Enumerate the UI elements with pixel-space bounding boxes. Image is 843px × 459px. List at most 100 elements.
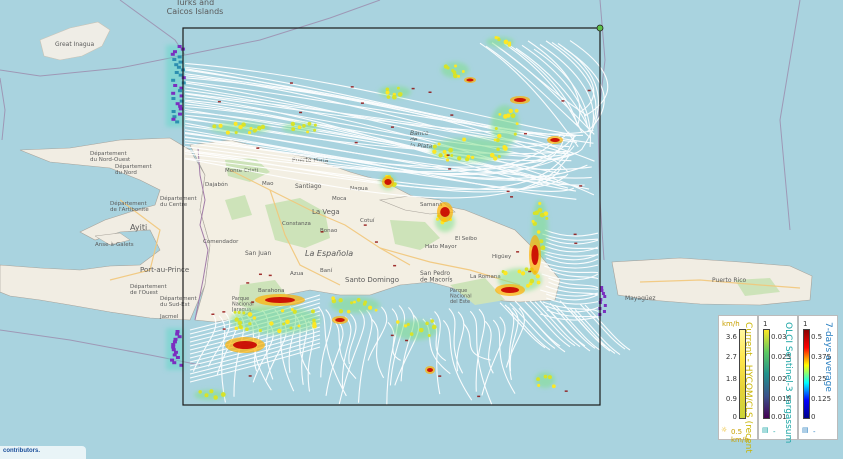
sargassum-pixel [508, 41, 512, 45]
sargassum-pixel [247, 312, 253, 317]
sargassum-pixel [178, 112, 183, 116]
sargassum-pixel [508, 108, 513, 114]
sargassum-pixel [172, 353, 177, 357]
layer-icon[interactable]: ▤ [802, 426, 809, 434]
sargassum-pixel [539, 239, 544, 244]
sargassum-pixel [245, 327, 249, 332]
area-corner-handle[interactable] [596, 24, 604, 32]
label-moca: Moca [332, 196, 347, 202]
sargassum-pixel [171, 97, 176, 100]
sargassum-pixel [462, 137, 467, 142]
sargassum-pixel [269, 321, 274, 326]
sargassum-pixel [171, 110, 176, 113]
sargassum-pixel [289, 326, 293, 330]
label-la-romana: La Romana [470, 274, 501, 280]
sargassum-pixel [397, 92, 403, 97]
sargassum-pixel [171, 343, 176, 346]
sargassum-pixel [524, 267, 529, 272]
label-anse-a-galets: Anse-à-Galets [95, 241, 134, 248]
sargassum-patch [330, 297, 380, 313]
sargassum-pixel [260, 124, 266, 130]
sargassum-pixel [172, 50, 177, 54]
sargassum-pixel [177, 55, 182, 59]
sargassum-average-pixel [251, 301, 255, 303]
sargassum-average-pixel [561, 100, 565, 102]
sargassum-pixel [171, 91, 176, 95]
layer-icon[interactable]: ▤ [762, 426, 769, 434]
legend-current-tick: 3.6 [725, 333, 737, 341]
sargassum-pixel [450, 153, 454, 158]
label-el-seibo: El Seibo [455, 236, 478, 242]
sargassum-average-pixel [428, 91, 432, 94]
sargassum-pixel [454, 64, 458, 68]
sargassum-average-pixel [587, 89, 591, 92]
sargassum-pixel [494, 36, 498, 40]
sargassum-average-pixel [448, 168, 452, 170]
attribution-text: contributors. [3, 448, 40, 454]
sargassum-pixel [452, 73, 458, 79]
sargassum-pixel [234, 130, 238, 135]
sargassum-pixel [601, 292, 605, 295]
legend-olci-footer: - [773, 428, 776, 436]
map-attribution[interactable]: contributors. [0, 446, 86, 459]
sargassum-pixel [425, 321, 429, 326]
sargassum-average-pixel [320, 231, 324, 233]
label-higuey: Higüey [492, 254, 512, 260]
sargassum-pixel [452, 70, 457, 75]
sargassum-pixel [218, 123, 223, 128]
sargassum-pixel [442, 149, 447, 154]
label-mayaguez: Mayagüez [625, 295, 656, 302]
sargassum-pixel [282, 322, 286, 326]
sargassum-pixel [529, 278, 535, 284]
sargassum-average-pixel [354, 141, 358, 144]
sargassum-pixel [225, 130, 230, 135]
legend-current-tick: 1.8 [725, 375, 737, 383]
sargassum-pixel [445, 158, 450, 162]
legend-7day-unit: 1 [803, 320, 808, 328]
sargassum-pixel [176, 65, 181, 69]
sargassum-pixel [374, 308, 378, 312]
sargassum-pixel [353, 300, 356, 304]
label-port-au-prince: Port-au-Prince [140, 266, 189, 274]
sargassum-pixel [497, 155, 501, 158]
legend-7day-colorbar [803, 329, 810, 419]
sargassum-pixel [204, 393, 209, 398]
sargassum-pixel [503, 39, 509, 45]
sargassum-average-pixel [211, 313, 215, 316]
sargassum-average-pixel [450, 114, 454, 116]
sargassum-average-core [531, 245, 539, 265]
sargassum-pixel [209, 389, 214, 394]
label-la-vega: La Vega [312, 208, 340, 216]
sargassum-pixel [177, 89, 182, 93]
sargassum-pixel [233, 310, 237, 314]
sargassum-pixel [427, 334, 431, 338]
sargassum-pixel [313, 128, 317, 132]
sargassum-pixel [285, 319, 290, 325]
sargassum-pixel [531, 219, 535, 223]
sargassum-average-pixel [506, 190, 510, 193]
sargassum-pixel [173, 337, 178, 341]
label-hato-mayor: Hato Mayor [425, 244, 458, 250]
sun-icon[interactable]: ☼ [721, 426, 727, 434]
label-haiti-artibonite: Département de l'Artibonite [110, 200, 149, 213]
sargassum-pixel [368, 305, 373, 310]
sargassum-pixel [489, 152, 495, 158]
sargassum-pixel [237, 320, 243, 326]
legend-7day: 7-days average 1 0.5 0.375 0.25 0.125 0 … [798, 315, 838, 440]
sargassum-pixel [178, 60, 183, 64]
map-canvas[interactable]: Turks and Caicos Islands Great Inagua Ayi… [0, 0, 843, 459]
sargassum-pixel [174, 71, 179, 74]
legend-olci-colorbar [763, 329, 770, 419]
sargassum-pixel [181, 81, 186, 85]
legend-current: Current - HYCOM/CLS (recent km/h 3.6 2.7… [718, 315, 758, 453]
sargassum-pixel [430, 319, 435, 323]
label-haiti: Ayiti [130, 223, 147, 232]
sargassum-pixel [306, 130, 310, 134]
sargassum-pixel [173, 350, 178, 354]
sargassum-pixel [497, 37, 501, 42]
sargassum-average-pixel [446, 154, 450, 156]
sargassum-pixel [409, 332, 414, 336]
sargassum-average-pixel [574, 242, 578, 245]
sargassum-average-core [335, 318, 345, 322]
sargassum-average-core [265, 297, 295, 303]
